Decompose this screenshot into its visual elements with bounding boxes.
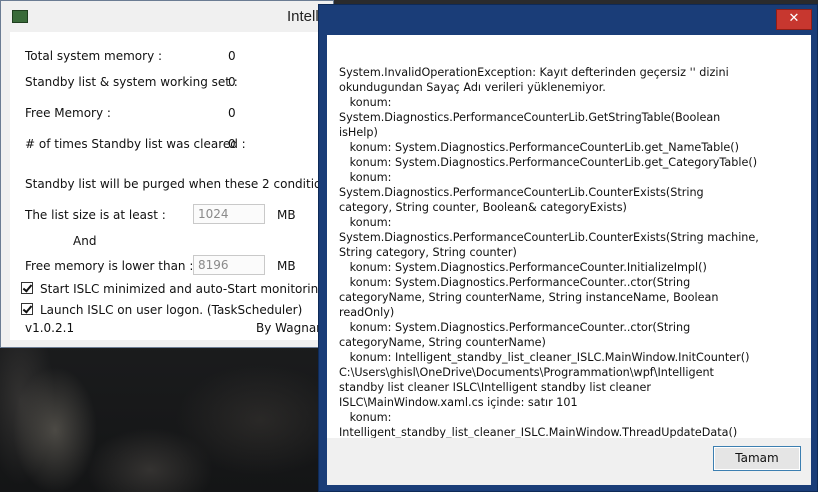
free-lower-input[interactable] (193, 255, 265, 275)
times-cleared-value: 0 (228, 137, 236, 151)
error-message-text: System.InvalidOperationException: Kayıt … (339, 66, 759, 484)
purge-condition-label: Standby list will be purged when these 2… (25, 177, 359, 191)
list-size-unit: MB (277, 208, 296, 222)
standby-list-label: Standby list & system working set : (25, 75, 238, 89)
times-cleared-label: # of times Standby list was cleared : (25, 137, 246, 151)
close-icon: ✕ (788, 11, 800, 26)
islc-content-panel: Total system memory : 0 Standby list & s… (10, 32, 358, 340)
free-lower-label: Free memory is lower than : (25, 259, 194, 273)
dialog-footer: Tamam (327, 438, 811, 485)
dialog-message-area: System.InvalidOperationException: Kayıt … (327, 35, 811, 484)
total-memory-value: 0 (228, 49, 236, 63)
free-lower-unit: MB (277, 259, 296, 273)
free-memory-label: Free Memory : (25, 106, 111, 120)
window-title: Intelli (287, 8, 323, 25)
standby-list-value: 0 (228, 75, 236, 89)
ok-button[interactable]: Tamam (713, 446, 801, 471)
list-size-input[interactable] (193, 204, 265, 224)
free-memory-value: 0 (228, 106, 236, 120)
app-icon (12, 10, 28, 23)
error-dialog: ✕ System.InvalidOperationException: Kayı… (318, 4, 818, 492)
list-size-label: The list size is at least : (25, 208, 166, 222)
islc-titlebar[interactable]: Intelli (1, 1, 333, 31)
version-label: v1.0.2.1 (25, 321, 75, 335)
launch-on-logon-checkbox[interactable] (21, 303, 33, 315)
total-memory-label: Total system memory : (25, 49, 163, 63)
start-minimized-checkbox[interactable] (21, 282, 33, 294)
start-minimized-label[interactable]: Start ISLC minimized and auto-Start moni… (40, 282, 330, 296)
close-button[interactable]: ✕ (776, 9, 812, 30)
launch-on-logon-label[interactable]: Launch ISLC on user logon. (TaskSchedule… (40, 303, 302, 317)
and-label: And (73, 234, 97, 248)
